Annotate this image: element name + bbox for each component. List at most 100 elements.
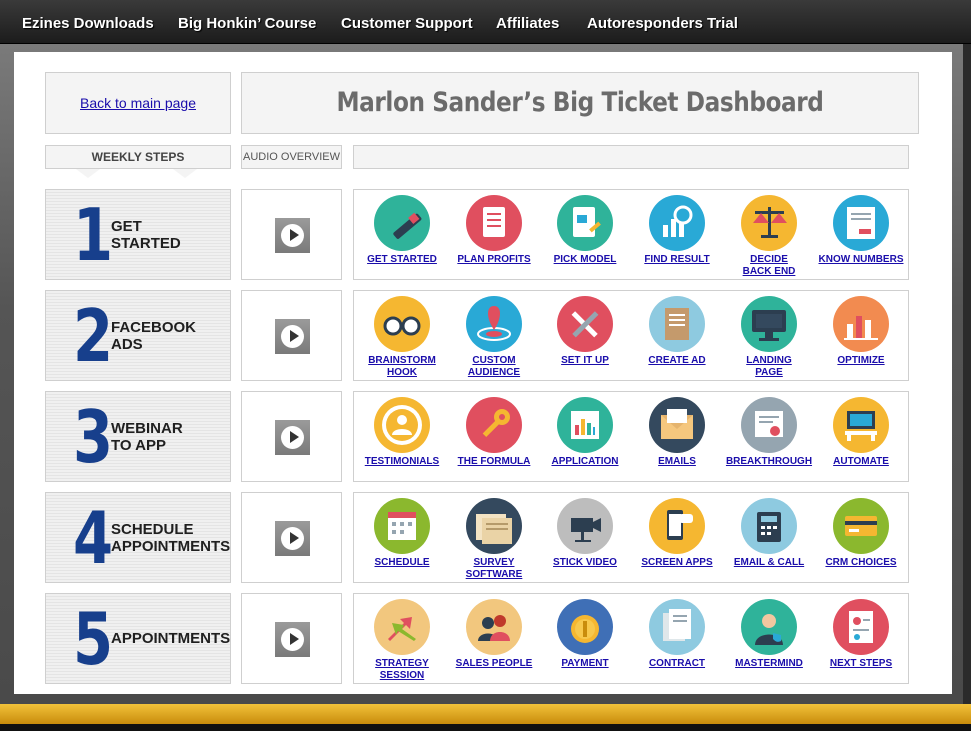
dashboard-link-item[interactable]: SALES PEOPLE: [448, 599, 540, 670]
dashboard-link[interactable]: STRATEGY SESSION: [356, 658, 448, 682]
dashboard-link[interactable]: CREATE AD: [631, 355, 723, 367]
dashboard-link[interactable]: PAYMENT: [539, 658, 631, 670]
dashboard-link-item[interactable]: EMAILS: [631, 397, 723, 468]
arrows-icon[interactable]: [374, 599, 430, 655]
nav-ezines-downloads[interactable]: Ezines Downloads: [22, 15, 154, 32]
people-icon[interactable]: [466, 599, 522, 655]
dashboard-link[interactable]: APPLICATION: [539, 456, 631, 468]
invoice-icon[interactable]: [833, 195, 889, 251]
scales-icon[interactable]: [741, 195, 797, 251]
dashboard-link-item[interactable]: KNOW NUMBERS: [815, 195, 907, 266]
dashboard-link-item[interactable]: CREATE AD: [631, 296, 723, 367]
dashboard-link-item[interactable]: SURVEY SOFTWARE: [448, 498, 540, 581]
dashboard-link-item[interactable]: LANDING PAGE: [723, 296, 815, 379]
dashboard-link[interactable]: NEXT STEPS: [815, 658, 907, 670]
dashboard-link[interactable]: LANDING PAGE: [723, 355, 815, 379]
dashboard-link-item[interactable]: SET IT UP: [539, 296, 631, 367]
businessman-icon[interactable]: [741, 599, 797, 655]
play-button[interactable]: [275, 218, 310, 253]
play-button[interactable]: [275, 521, 310, 556]
dashboard-link-item[interactable]: PLAN PROFITS: [448, 195, 540, 266]
dashboard-link[interactable]: BRAINSTORM HOOK: [356, 355, 448, 379]
play-button[interactable]: [275, 622, 310, 657]
dashboard-link[interactable]: KNOW NUMBERS: [815, 254, 907, 266]
pencil-icon[interactable]: [374, 195, 430, 251]
newspaper-icon[interactable]: [466, 498, 522, 554]
bar-chart-icon[interactable]: [833, 296, 889, 352]
dashboard-link-item[interactable]: EMAIL & CALL: [723, 498, 815, 569]
tools-icon[interactable]: [557, 296, 613, 352]
dashboard-link[interactable]: SCREEN APPS: [631, 557, 723, 569]
key-icon[interactable]: [466, 397, 522, 453]
dashboard-link[interactable]: MASTERMIND: [723, 658, 815, 670]
dashboard-link[interactable]: TESTIMONIALS: [356, 456, 448, 468]
back-to-main-link[interactable]: Back to main page: [46, 95, 230, 111]
dashboard-link-item[interactable]: PICK MODEL: [539, 195, 631, 266]
dashboard-link[interactable]: BREAKTHROUGH: [723, 456, 815, 468]
dashboard-link[interactable]: SURVEY SOFTWARE: [448, 557, 540, 581]
certificate-icon[interactable]: [741, 397, 797, 453]
scroll-icon[interactable]: [649, 296, 705, 352]
dashboard-link-item[interactable]: SCHEDULE: [356, 498, 448, 569]
document-stack-icon[interactable]: [649, 599, 705, 655]
dashboard-link-item[interactable]: CRM CHOICES: [815, 498, 907, 569]
dashboard-link-item[interactable]: FIND RESULT: [631, 195, 723, 266]
workstation-icon[interactable]: [833, 397, 889, 453]
magnifier-chart-icon[interactable]: [649, 195, 705, 251]
dashboard-link-item[interactable]: MASTERMIND: [723, 599, 815, 670]
dashboard-link[interactable]: THE FORMULA: [448, 456, 540, 468]
dashboard-link[interactable]: EMAILS: [631, 456, 723, 468]
equalizer-icon[interactable]: [557, 397, 613, 453]
dashboard-link-item[interactable]: STRATEGY SESSION: [356, 599, 448, 682]
target-pin-icon[interactable]: [466, 296, 522, 352]
smartphone-icon[interactable]: [649, 498, 705, 554]
credit-card-icon[interactable]: [833, 498, 889, 554]
dashboard-link[interactable]: CONTRACT: [631, 658, 723, 670]
dashboard-link-item[interactable]: OPTIMIZE: [815, 296, 907, 367]
dashboard-link-item[interactable]: CONTRACT: [631, 599, 723, 670]
calendar-icon[interactable]: [374, 498, 430, 554]
dashboard-link[interactable]: SALES PEOPLE: [448, 658, 540, 670]
dashboard-link-item[interactable]: TESTIMONIALS: [356, 397, 448, 468]
dashboard-link[interactable]: PLAN PROFITS: [448, 254, 540, 266]
envelope-icon[interactable]: [649, 397, 705, 453]
dashboard-link[interactable]: CUSTOM AUDIENCE: [448, 355, 540, 379]
scrollbar[interactable]: [963, 44, 971, 704]
report-icon[interactable]: [833, 599, 889, 655]
dashboard-link-item[interactable]: BREAKTHROUGH: [723, 397, 815, 468]
dashboard-link-item[interactable]: GET STARTED: [356, 195, 448, 266]
dashboard-link-item[interactable]: PAYMENT: [539, 599, 631, 670]
dashboard-link-item[interactable]: NEXT STEPS: [815, 599, 907, 670]
dashboard-link[interactable]: DECIDE BACK END: [723, 254, 815, 278]
dashboard-link[interactable]: CRM CHOICES: [815, 557, 907, 569]
dashboard-link[interactable]: OPTIMIZE: [815, 355, 907, 367]
dashboard-link-item[interactable]: CUSTOM AUDIENCE: [448, 296, 540, 379]
dashboard-link-item[interactable]: THE FORMULA: [448, 397, 540, 468]
dashboard-link[interactable]: EMAIL & CALL: [723, 557, 815, 569]
play-button[interactable]: [275, 420, 310, 455]
dashboard-link-item[interactable]: AUTOMATE: [815, 397, 907, 468]
nav-customer-support[interactable]: Customer Support: [341, 15, 473, 32]
coin-icon[interactable]: [557, 599, 613, 655]
dashboard-link-item[interactable]: DECIDE BACK END: [723, 195, 815, 278]
dashboard-link[interactable]: STICK VIDEO: [539, 557, 631, 569]
dashboard-link[interactable]: SCHEDULE: [356, 557, 448, 569]
phone-icon[interactable]: [741, 498, 797, 554]
nav-affiliates[interactable]: Affiliates: [496, 15, 559, 32]
user-badge-icon[interactable]: [374, 397, 430, 453]
dashboard-link[interactable]: SET IT UP: [539, 355, 631, 367]
dashboard-link-item[interactable]: APPLICATION: [539, 397, 631, 468]
nav-autoresponders-trial[interactable]: Autoresponders Trial: [587, 15, 738, 32]
play-button[interactable]: [275, 319, 310, 354]
monitor-icon[interactable]: [741, 296, 797, 352]
dashboard-link-item[interactable]: STICK VIDEO: [539, 498, 631, 569]
dashboard-link[interactable]: PICK MODEL: [539, 254, 631, 266]
checklist-icon[interactable]: [466, 195, 522, 251]
glasses-icon[interactable]: [374, 296, 430, 352]
dashboard-link[interactable]: GET STARTED: [356, 254, 448, 266]
dashboard-link[interactable]: FIND RESULT: [631, 254, 723, 266]
dashboard-link-item[interactable]: BRAINSTORM HOOK: [356, 296, 448, 379]
video-camera-icon[interactable]: [557, 498, 613, 554]
document-edit-icon[interactable]: [557, 195, 613, 251]
dashboard-link[interactable]: AUTOMATE: [815, 456, 907, 468]
